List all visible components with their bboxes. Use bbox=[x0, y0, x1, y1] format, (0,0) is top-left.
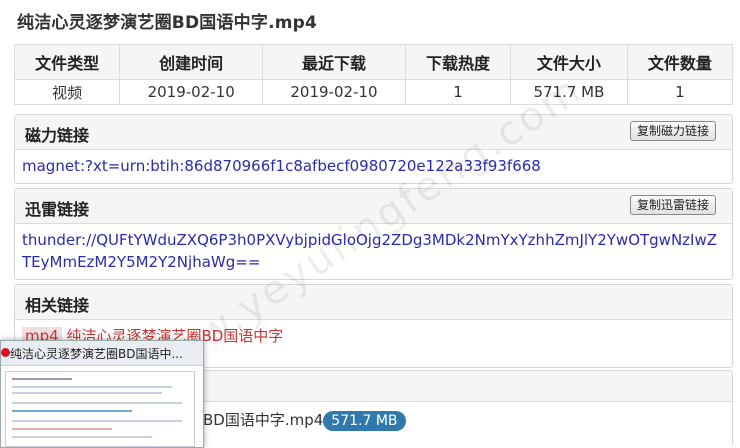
table-row: 视频 2019-02-10 2019-02-10 1 571.7 MB 1 bbox=[13, 79, 734, 105]
mini-line bbox=[12, 420, 182, 422]
cell-last-download: 2019-02-10 bbox=[262, 79, 406, 105]
thunder-link[interactable]: thunder://QUFtYWduZXQ6P3h0PXVybjpidGloOj… bbox=[22, 231, 717, 271]
thumbnail-titlebar: 纯洁心灵逐梦演艺圈BD国语中... bbox=[1, 341, 203, 366]
header-last-download: 最近下载 bbox=[262, 44, 406, 80]
browser-icon bbox=[1, 348, 10, 357]
related-title: 相关链接 bbox=[25, 296, 90, 315]
header-count: 文件数量 bbox=[626, 44, 734, 80]
cell-popularity: 1 bbox=[404, 79, 512, 105]
thunder-title: 迅雷链接 bbox=[25, 200, 90, 219]
magnet-panel: 磁力链接 复制磁力链接 magnet:?xt=urn:btih:86d87096… bbox=[14, 114, 733, 184]
mini-line bbox=[12, 386, 172, 388]
magnet-title: 磁力链接 bbox=[25, 126, 90, 145]
header-created: 创建时间 bbox=[119, 44, 264, 80]
file-list-item: BD国语中字.mp4 571.7 MB bbox=[203, 409, 406, 431]
page-title: 纯洁心灵逐梦演艺圈BD国语中字.mp4 bbox=[17, 13, 318, 33]
thumbnail-screenshot bbox=[5, 371, 195, 447]
thunder-panel-body: thunder://QUFtYWduZXQ6P3h0PXVybjpidGloOj… bbox=[15, 224, 732, 279]
thunder-panel: 迅雷链接 复制迅雷链接 thunder://QUFtYWduZXQ6P3h0PX… bbox=[14, 188, 733, 280]
file-info-table: 文件类型 创建时间 最近下载 下载热度 文件大小 文件数量 视频 2019-02… bbox=[13, 44, 734, 105]
mini-line bbox=[12, 410, 132, 412]
thunder-panel-header: 迅雷链接 复制迅雷链接 bbox=[15, 189, 732, 224]
magnet-panel-body: magnet:?xt=urn:btih:86d870966f1c8afbecf0… bbox=[15, 150, 732, 183]
mini-line bbox=[12, 402, 182, 404]
related-panel-header: 相关链接 bbox=[15, 285, 732, 320]
header-popularity: 下载热度 bbox=[404, 44, 512, 80]
file-size-badge: 571.7 MB bbox=[323, 411, 406, 431]
cell-count: 1 bbox=[626, 79, 734, 105]
table-header-row: 文件类型 创建时间 最近下载 下载热度 文件大小 文件数量 bbox=[13, 44, 734, 80]
mini-line bbox=[12, 428, 112, 430]
mini-line bbox=[12, 436, 152, 438]
copy-magnet-button[interactable]: 复制磁力链接 bbox=[629, 121, 716, 141]
header-size: 文件大小 bbox=[510, 44, 628, 80]
copy-thunder-button[interactable]: 复制迅雷链接 bbox=[629, 195, 716, 215]
mini-line bbox=[12, 392, 162, 394]
file-name: BD国语中字.mp4 bbox=[203, 411, 324, 429]
header-file-type: 文件类型 bbox=[13, 44, 121, 80]
taskbar-thumbnail-preview[interactable]: 纯洁心灵逐梦演艺圈BD国语中... bbox=[0, 340, 204, 448]
cell-created: 2019-02-10 bbox=[119, 79, 264, 105]
cell-size: 571.7 MB bbox=[510, 79, 628, 105]
mini-line bbox=[12, 378, 72, 380]
thumbnail-title: 纯洁心灵逐梦演艺圈BD国语中... bbox=[10, 347, 183, 361]
cell-file-type: 视频 bbox=[13, 79, 121, 105]
magnet-panel-header: 磁力链接 复制磁力链接 bbox=[15, 115, 732, 150]
magnet-link[interactable]: magnet:?xt=urn:btih:86d870966f1c8afbecf0… bbox=[22, 157, 541, 175]
